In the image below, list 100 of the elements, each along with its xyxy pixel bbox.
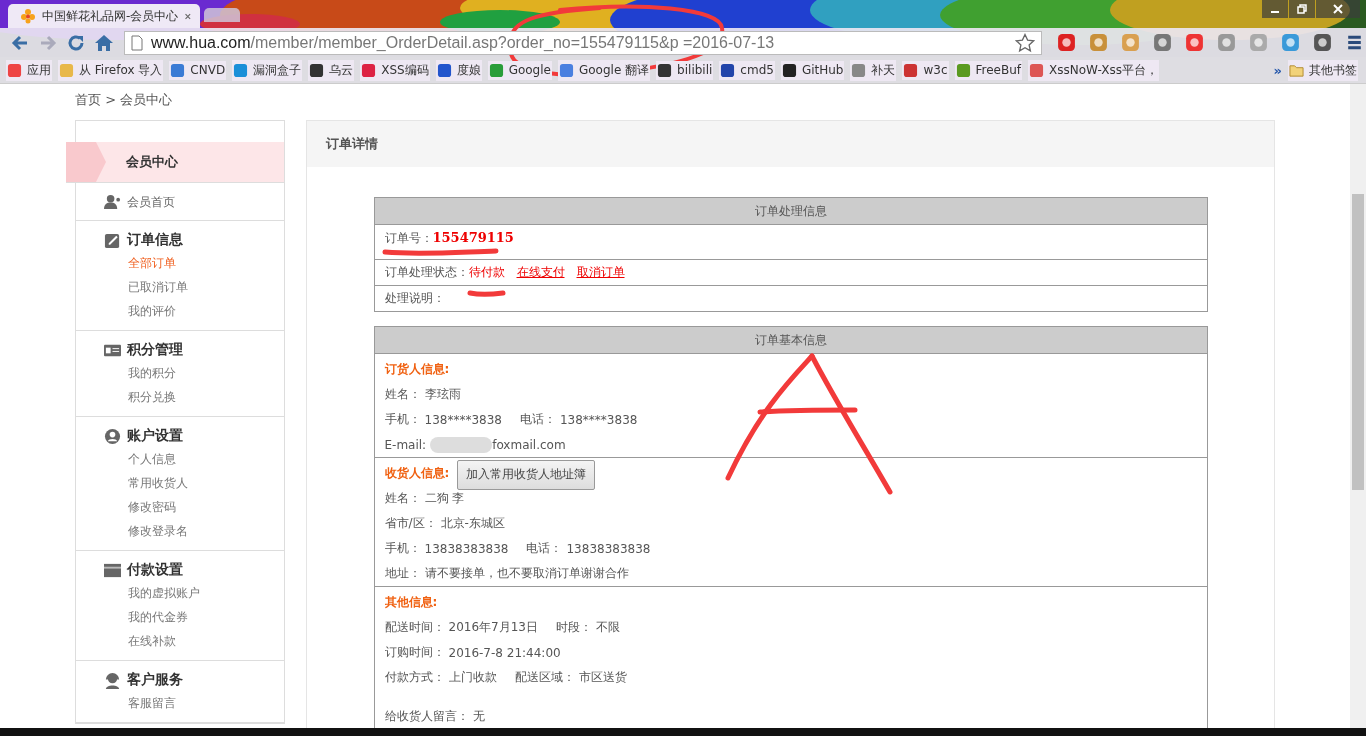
flower-icon xyxy=(20,8,36,24)
section-heading: 收货人信息: xyxy=(384,465,450,482)
extension-icon[interactable] xyxy=(1184,32,1205,53)
minimize-button[interactable] xyxy=(1262,0,1288,18)
sidebar-link[interactable]: 个人信息 xyxy=(128,447,284,471)
action-link[interactable]: 取消订单 xyxy=(576,264,625,281)
favicon-icon xyxy=(488,62,504,78)
bookmark-item[interactable]: 漏洞盒子 xyxy=(232,59,303,81)
scrollbar[interactable] xyxy=(1350,84,1366,728)
bookmark-item[interactable]: 乌云 xyxy=(308,59,355,81)
star-icon[interactable] xyxy=(1015,32,1035,53)
field-value: 上门收款 xyxy=(448,669,497,686)
field-label: 订购时间： xyxy=(384,644,445,661)
bookmark-item[interactable]: 补天 xyxy=(850,59,897,81)
browser-tab[interactable] xyxy=(204,8,240,22)
favicon-icon xyxy=(781,62,797,78)
extension-icon[interactable] xyxy=(1312,32,1333,53)
close-icon xyxy=(1333,4,1343,14)
favicon-icon xyxy=(851,62,867,78)
bookmark-item[interactable]: 从 Firefox 导入 xyxy=(58,59,164,81)
scrollbar-thumb[interactable] xyxy=(1352,194,1364,490)
sidebar-link[interactable]: 我的评价 xyxy=(128,299,284,323)
favicon-icon xyxy=(7,62,22,78)
favicon-icon xyxy=(558,62,574,78)
field-value: 无 xyxy=(472,708,485,725)
bookmark-item[interactable]: XSS编码 xyxy=(360,59,430,81)
section-heading: 客户服务 xyxy=(127,671,183,689)
sidebar-link[interactable]: 修改密码 xyxy=(128,495,284,519)
extension-icon[interactable] xyxy=(1152,32,1173,53)
section-heading: 积分管理 xyxy=(127,341,183,359)
wallet-icon xyxy=(104,561,121,579)
sidebar-link[interactable]: 在线补款 xyxy=(128,629,284,653)
sidebar-link[interactable]: 我的虚拟账户 xyxy=(128,581,284,605)
address-bar[interactable]: www.hua.com/member/member_OrderDetail.asp?order_no=155479115&p =2016-07-13 xyxy=(124,30,1042,55)
bookmark-item[interactable]: w3c xyxy=(902,60,949,80)
field-label: 姓名： xyxy=(384,386,421,403)
sidebar-link[interactable]: 已取消订单 xyxy=(128,275,284,299)
action-link[interactable]: 在线支付 xyxy=(516,264,565,281)
field-value: 市区送货 xyxy=(578,669,627,686)
field-value: 13838383838 xyxy=(424,541,509,556)
table-header: 订单处理信息 xyxy=(374,198,1207,225)
extension-icon[interactable] xyxy=(1056,32,1077,53)
bookmark-item[interactable]: bilibili xyxy=(656,60,714,80)
restore-icon xyxy=(1297,4,1307,14)
bookmark-item[interactable]: cmd5 xyxy=(719,60,775,80)
headset-icon xyxy=(104,671,121,689)
favicon-icon xyxy=(903,62,919,78)
more-bookmarks-button[interactable]: » xyxy=(1273,62,1282,78)
section-heading: 订货人信息: xyxy=(384,361,450,378)
url-text: www.hua.com/member/member_OrderDetail.asp?order_no=155479115&p =2016-07-13 xyxy=(151,33,776,52)
arrow-tab-icon xyxy=(66,142,106,182)
bookmark-item[interactable]: Google xyxy=(487,60,552,80)
browser-tab[interactable]: 中国鲜花礼品网-会员中心 xyxy=(8,4,200,28)
breadcrumb: 首页 > 会员中心 xyxy=(75,91,174,109)
section-heading: 订单信息 xyxy=(127,231,183,249)
sidebar-link[interactable]: 我的积分 xyxy=(128,361,284,385)
field-value: 2016年7月13日 xyxy=(448,619,538,636)
sidebar-title: 会员中心 xyxy=(66,142,284,183)
home-icon[interactable] xyxy=(94,32,114,53)
reload-icon[interactable] xyxy=(66,32,86,53)
sidebar-link[interactable]: 我的代金券 xyxy=(128,605,284,629)
sidebar-link[interactable]: 常用收货人 xyxy=(128,471,284,495)
bookmark-item[interactable]: GitHub xyxy=(780,60,845,80)
bookmark-item[interactable]: XssNoW-Xss平台， xyxy=(1028,59,1159,81)
restore-button[interactable] xyxy=(1289,0,1315,18)
folder-icon xyxy=(1289,62,1304,78)
field-value: foxmail.com xyxy=(492,437,566,452)
field-label: 订单处理状态： xyxy=(384,264,469,281)
bookmark-item[interactable]: 应用 xyxy=(6,59,52,81)
favicon-icon xyxy=(955,62,971,78)
sidebar-link[interactable]: 客服留言 xyxy=(128,691,284,715)
field-label: 地址： xyxy=(384,565,421,582)
field-label: 处理说明： xyxy=(384,290,445,307)
field-label: 给收货人留言： xyxy=(384,708,469,725)
sidebar-link[interactable]: 会员首页 xyxy=(127,193,175,211)
field-label: E-mail: xyxy=(384,437,427,452)
close-button[interactable] xyxy=(1316,0,1360,18)
bookmark-item[interactable]: Google 翻译 xyxy=(557,59,651,81)
sidebar-link[interactable]: 积分兑换 xyxy=(128,385,284,409)
field-label: 省市/区： xyxy=(384,515,437,532)
bookmark-item[interactable]: FreeBuf xyxy=(954,60,1023,80)
other-bookmarks-folder[interactable]: 其他书签 xyxy=(1288,59,1358,81)
favicon-icon xyxy=(657,62,673,78)
user-circle-icon xyxy=(104,427,121,445)
field-value: 138****3838 xyxy=(559,412,638,427)
favicon-icon xyxy=(233,62,249,78)
field-value: 二狗 李 xyxy=(424,490,465,507)
close-icon[interactable] xyxy=(184,11,192,21)
bookmark-item[interactable]: CNVD xyxy=(169,60,227,80)
add-address-button[interactable]: 加入常用收货人地址簿 xyxy=(457,459,596,490)
field-label: 订单号： xyxy=(384,230,433,247)
field-label: 配送区域： xyxy=(514,669,575,686)
page-icon xyxy=(131,34,143,51)
bookmark-item[interactable]: 度娘 xyxy=(435,59,482,81)
edit-icon xyxy=(104,231,121,249)
favicon-icon xyxy=(59,62,74,78)
field-label: 姓名： xyxy=(384,490,421,507)
sidebar-link[interactable]: 修改登录名 xyxy=(128,519,284,543)
section-heading: 其他信息: xyxy=(384,594,438,611)
extension-icon[interactable] xyxy=(1280,32,1301,53)
